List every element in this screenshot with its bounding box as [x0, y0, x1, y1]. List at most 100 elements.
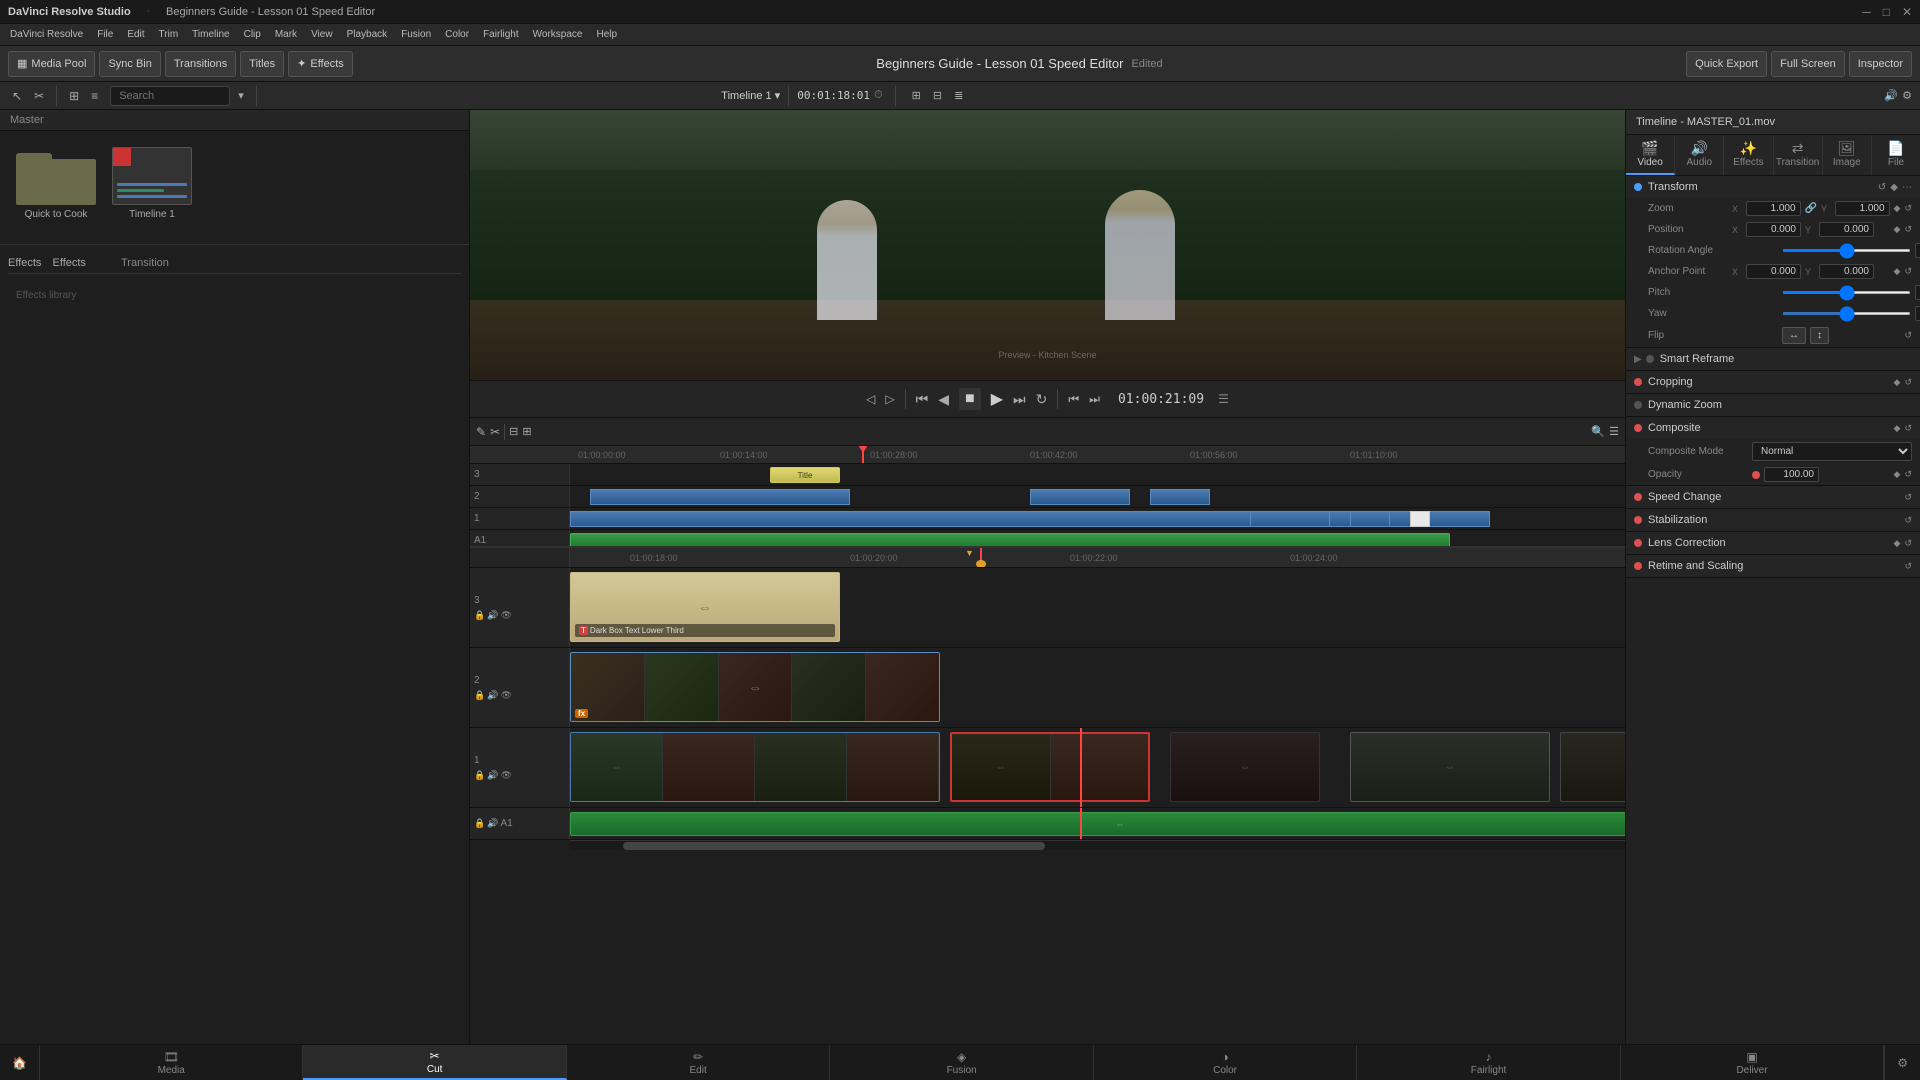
view-toggle-3[interactable]: ≣ [950, 87, 967, 104]
tab-transition[interactable]: ⇄ Transition [1774, 135, 1823, 175]
yaw-slider[interactable] [1782, 312, 1911, 315]
tab-image[interactable]: 🖼 Image [1823, 135, 1872, 175]
tab-media[interactable]: 🎞 Media [40, 1045, 303, 1080]
yaw-input[interactable] [1915, 306, 1920, 321]
nav-back-icon[interactable]: ◁ [866, 392, 875, 406]
menu-clip[interactable]: Clip [238, 27, 267, 42]
tab-cut[interactable]: ✂ Cut [303, 1045, 566, 1080]
media-pool-btn[interactable]: ▦ Media Pool [8, 51, 95, 77]
menu-fairlight[interactable]: Fairlight [477, 27, 525, 42]
stop-btn[interactable]: ■ [959, 388, 981, 410]
search-input[interactable] [110, 86, 230, 106]
menu-fusion[interactable]: Fusion [395, 27, 437, 42]
pitch-slider[interactable] [1782, 291, 1911, 294]
cropping-header[interactable]: Cropping ◆ ↺ [1626, 371, 1920, 393]
tab-color[interactable]: ◑ Color [1094, 1045, 1357, 1080]
minimize-btn[interactable]: ─ [1862, 5, 1871, 19]
track-height-icon[interactable]: ⊟ [509, 425, 518, 438]
menu-trim[interactable]: Trim [153, 27, 185, 42]
anchor-reset[interactable]: ↺ [1904, 266, 1912, 277]
menu-mark[interactable]: Mark [269, 27, 303, 42]
flip-reset[interactable]: ↺ [1904, 330, 1912, 341]
lock-icon-3[interactable]: 🔒 [474, 610, 485, 621]
flip-h-btn[interactable]: ↔ [1782, 327, 1806, 344]
audio-icon-3[interactable]: 🔊 [487, 610, 498, 621]
tab-fairlight[interactable]: ♪ Fairlight [1357, 1045, 1620, 1080]
tool-list[interactable]: ≡ [87, 87, 102, 105]
speed-change-header[interactable]: Speed Change ↺ [1626, 486, 1920, 508]
settings-bottom-btn[interactable]: ⚙ [1884, 1045, 1920, 1080]
menu-timeline[interactable]: Timeline [186, 27, 235, 42]
timeline-name[interactable]: Timeline 1 ▾ [721, 89, 780, 102]
pos-keyframe[interactable]: ◆ [1894, 224, 1901, 235]
full-screen-btn[interactable]: Full Screen [1771, 51, 1845, 77]
view-toggle-1[interactable]: ⊞ [908, 87, 925, 104]
retime-scaling-header[interactable]: Retime and Scaling ↺ [1626, 555, 1920, 577]
zoom-keyframe[interactable]: ◆ [1894, 203, 1901, 214]
menu-color[interactable]: Color [439, 27, 475, 42]
eye-icon-2[interactable]: 👁 [500, 690, 511, 701]
effects-btn[interactable]: ✦ Effects [288, 51, 353, 77]
composite-keyframe[interactable]: ◆ [1894, 423, 1901, 434]
frame-prev-btn[interactable]: ⏮ [1068, 392, 1079, 407]
pitch-input[interactable] [1915, 285, 1920, 300]
composite-header[interactable]: Composite ◆ ↺ [1626, 417, 1920, 439]
menu-workspace[interactable]: Workspace [527, 27, 589, 42]
transform-header[interactable]: Transform ↺ ◆ ⋯ [1626, 176, 1920, 198]
timecode-icon[interactable]: ⏱ [874, 89, 883, 102]
speaker-icon-a1[interactable]: 🔊 [487, 818, 498, 829]
anchor-x-input[interactable] [1746, 264, 1801, 279]
cropping-reset[interactable]: ↺ [1904, 377, 1912, 388]
menu-expand-icon[interactable]: ☰ [1218, 392, 1229, 406]
lock-icon-1[interactable]: 🔒 [474, 770, 485, 781]
retime-reset[interactable]: ↺ [1904, 561, 1912, 572]
titles-btn[interactable]: Titles [240, 51, 284, 77]
close-btn[interactable]: ✕ [1902, 5, 1912, 19]
frame-next-btn[interactable]: ⏭ [1089, 392, 1100, 407]
audio-btn[interactable]: 🔊 [1884, 89, 1898, 102]
home-btn[interactable]: 🏠 [0, 1045, 40, 1080]
zoom-out-icon[interactable]: 🔍 [1591, 425, 1605, 438]
opacity-input[interactable] [1764, 467, 1819, 482]
settings-btn[interactable]: ☰ [1609, 425, 1619, 438]
inspector-btn[interactable]: Inspector [1849, 51, 1912, 77]
dynamic-zoom-header[interactable]: Dynamic Zoom [1626, 394, 1920, 416]
transform-expand[interactable]: ⋯ [1902, 182, 1912, 193]
rotation-input[interactable] [1915, 243, 1920, 258]
quick-export-btn[interactable]: Quick Export [1686, 51, 1767, 77]
lock-icon-a1[interactable]: 🔒 [474, 818, 485, 829]
lens-keyframe[interactable]: ◆ [1894, 538, 1901, 549]
tab-fusion[interactable]: ◈ Fusion [830, 1045, 1093, 1080]
opacity-reset[interactable]: ↺ [1904, 469, 1912, 480]
transform-reset[interactable]: ↺ [1878, 182, 1886, 193]
link-icon[interactable]: 🔗 [1805, 203, 1817, 214]
eye-icon-1[interactable]: 👁 [500, 770, 511, 781]
transform-keyframe[interactable]: ◆ [1890, 182, 1898, 193]
search-filter-icon[interactable]: ▾ [234, 87, 248, 104]
lock-icon-2[interactable]: 🔒 [474, 690, 485, 701]
loop-btn[interactable]: ↻ [1036, 391, 1048, 408]
flip-v-btn[interactable]: ↕ [1810, 327, 1829, 344]
smart-reframe-header[interactable]: ▶ Smart Reframe [1626, 348, 1920, 370]
composite-mode-select[interactable]: Normal Add Subtract Multiply Screen Over… [1752, 442, 1912, 461]
tab-video[interactable]: 🎬 Video [1626, 135, 1675, 175]
eye-icon-3[interactable]: 👁 [500, 610, 511, 621]
anchor-keyframe[interactable]: ◆ [1894, 266, 1901, 277]
speed-change-reset[interactable]: ↺ [1904, 492, 1912, 503]
menu-file[interactable]: File [91, 27, 119, 42]
menu-edit[interactable]: Edit [121, 27, 150, 42]
play-btn[interactable]: ▶ [991, 389, 1003, 409]
pos-y-input[interactable] [1819, 222, 1874, 237]
media-item-timeline[interactable]: Timeline 1 [112, 147, 192, 220]
timeline-tools-icon[interactable]: ✎ [476, 425, 486, 439]
play-reverse-btn[interactable]: ◀ [938, 391, 949, 408]
tab-edit[interactable]: ✏ Edit [567, 1045, 830, 1080]
nav-forward-icon[interactable]: ▷ [885, 392, 894, 406]
transitions-btn[interactable]: Transitions [165, 51, 236, 77]
anchor-y-input[interactable] [1819, 264, 1874, 279]
pos-x-input[interactable] [1746, 222, 1801, 237]
menu-playback[interactable]: Playback [341, 27, 394, 42]
view-toggle-2[interactable]: ⊟ [929, 87, 946, 104]
menu-davinci[interactable]: DaVinci Resolve [4, 27, 89, 42]
tool-razor[interactable]: ✂ [30, 87, 48, 105]
